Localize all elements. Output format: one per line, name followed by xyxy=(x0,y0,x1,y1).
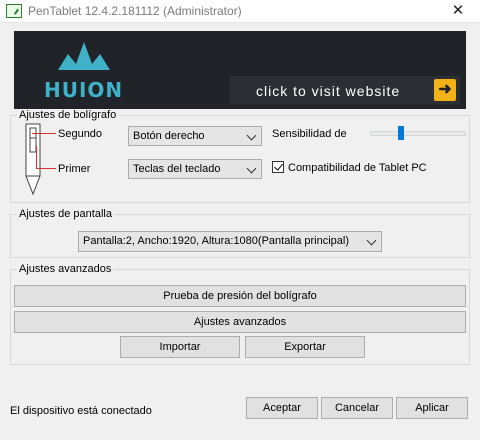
tablet-pc-checkbox[interactable] xyxy=(272,161,284,173)
title-bar: PenTablet 12.4.2.181112 (Administrator) … xyxy=(0,0,480,23)
accept-button[interactable]: Aceptar xyxy=(246,397,318,419)
app-icon xyxy=(6,4,22,18)
huion-banner[interactable]: HUION click to visit website ➜ xyxy=(14,31,466,109)
lower-button-select[interactable]: Teclas del teclado xyxy=(128,159,262,179)
visit-website-link[interactable]: click to visit website ➜ xyxy=(230,76,460,104)
lower-button-label: Primer xyxy=(58,163,91,175)
pen-settings-label: Ajustes de bolígrafo xyxy=(17,109,119,121)
close-button[interactable]: ✕ xyxy=(436,0,480,22)
connection-status: El dispositivo está conectado xyxy=(10,405,152,417)
visit-website-text: click to visit website xyxy=(256,83,401,99)
import-button[interactable]: Importar xyxy=(120,336,240,358)
screen-settings-label: Ajustes de pantalla xyxy=(17,208,114,220)
display-select[interactable]: Pantalla:2, Ancho:1920, Altura:1080(Pant… xyxy=(78,231,382,252)
advanced-settings-label: Ajustes avanzados xyxy=(17,263,114,275)
chevron-down-icon xyxy=(246,163,257,174)
upper-button-value: Botón derecho xyxy=(133,130,205,142)
window-title: PenTablet 12.4.2.181112 (Administrator) xyxy=(28,4,242,18)
arrow-right-icon: ➜ xyxy=(434,79,456,101)
lower-button-value: Teclas del teclado xyxy=(133,163,221,175)
advanced-settings-button[interactable]: Ajustes avanzados xyxy=(14,311,466,333)
display-value: Pantalla:2, Ancho:1920, Altura:1080(Pant… xyxy=(83,235,350,247)
apply-button[interactable]: Aplicar xyxy=(396,397,468,419)
tablet-pc-label: Compatibilidad de Tablet PC xyxy=(288,162,427,174)
lower-button-connector-h xyxy=(36,168,56,169)
huion-crown-icon xyxy=(58,42,110,70)
huion-logo: HUION xyxy=(44,78,124,102)
pressure-test-button[interactable]: Prueba de presión del bolígrafo xyxy=(14,285,466,307)
close-icon: ✕ xyxy=(451,2,465,19)
sensitivity-slider-track[interactable] xyxy=(370,131,466,136)
sensitivity-slider-thumb[interactable] xyxy=(398,126,404,140)
lower-button-connector xyxy=(36,146,37,168)
upper-button-label: Segundo xyxy=(58,128,103,140)
checkmark-icon xyxy=(274,161,283,171)
upper-button-connector xyxy=(32,133,56,134)
upper-button-select[interactable]: Botón derecho xyxy=(128,126,262,146)
chevron-down-icon xyxy=(366,235,377,246)
export-button[interactable]: Exportar xyxy=(245,336,365,358)
chevron-down-icon xyxy=(246,130,257,141)
sensitivity-label: Sensibilidad de xyxy=(272,128,347,140)
cancel-button[interactable]: Cancelar xyxy=(321,397,393,419)
